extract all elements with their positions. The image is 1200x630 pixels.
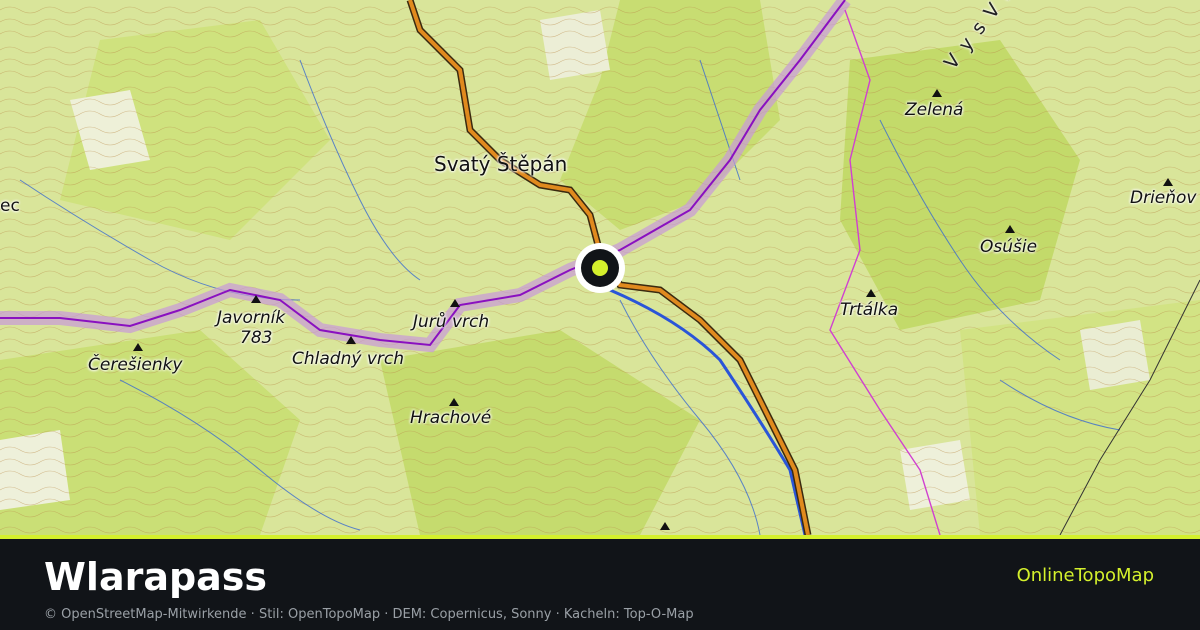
brand-link[interactable]: OnlineTopoMap [1017,565,1154,586]
page-title: Wlarapass [44,555,268,599]
map-canvas [0,0,1200,535]
elevation-label: 783 [240,328,273,348]
footer: Wlarapass OnlineTopoMap © OpenStreetMap-… [0,539,1200,630]
place-label: ec [0,196,20,216]
place-label: Drieňov [1130,188,1197,208]
peak-icon [1005,225,1015,233]
place-label: Trtálka [840,300,899,320]
place-label: Chladný vrch [292,349,404,369]
peak-icon [1163,178,1173,186]
place-label: Javorník [217,308,286,328]
topographic-map[interactable]: Svatý Štěpán Javorník 783 Čerešienky Chl… [0,0,1200,535]
place-label: Hrachové [410,408,492,428]
attribution: © OpenStreetMap-Mitwirkende · Stil: Open… [44,607,694,622]
place-label: Osúšie [980,237,1038,257]
peak-icon [660,522,670,530]
place-label: Svatý Štěpán [434,152,568,176]
peak-icon [866,289,876,297]
place-label: Zelená [905,100,964,120]
peak-icon [251,295,261,303]
place-label: Jurů vrch [413,312,490,332]
peak-icon [346,336,356,344]
peak-icon [450,299,460,307]
peak-icon [133,343,143,351]
place-label: Čerešienky [88,355,183,375]
peak-icon [449,398,459,406]
peak-icon [932,89,942,97]
location-marker-icon [575,243,625,293]
